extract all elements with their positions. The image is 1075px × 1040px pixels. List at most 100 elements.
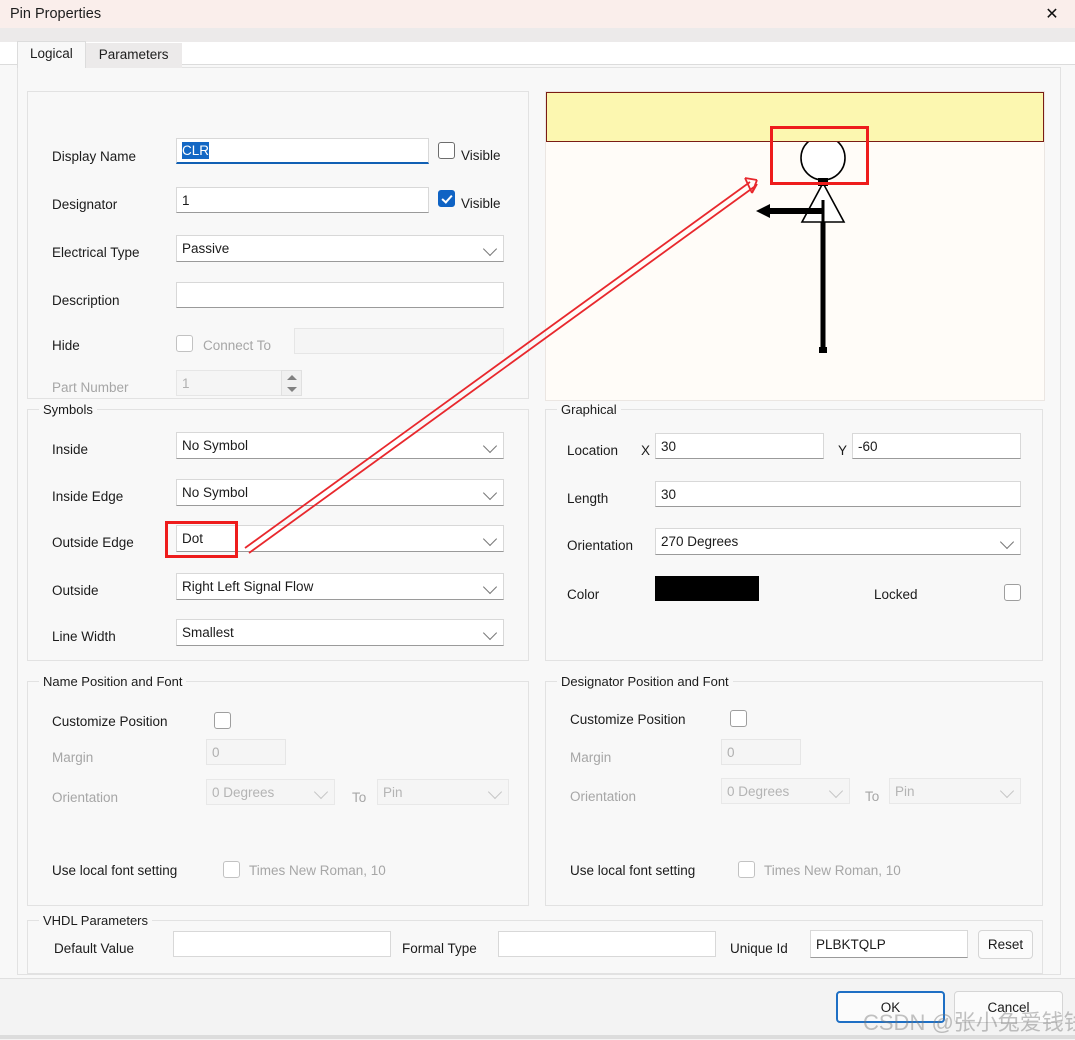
designator-customize-position-label: Customize Position <box>570 712 686 727</box>
title-bar: Pin Properties ✕ <box>0 0 1075 28</box>
description-input[interactable] <box>176 282 504 308</box>
location-y-input[interactable]: -60 <box>852 433 1021 459</box>
description-label: Description <box>52 293 120 308</box>
chevron-down-icon <box>482 531 498 546</box>
electrical-type-combo[interactable]: Passive <box>176 235 504 262</box>
chevron-down-icon <box>482 241 498 256</box>
designator-to-label: To <box>865 789 880 804</box>
location-x-label: X <box>641 443 651 458</box>
outside-edge-label: Outside Edge <box>52 535 134 550</box>
inside-edge-label: Inside Edge <box>52 489 124 504</box>
designator-customize-position-checkbox[interactable] <box>730 710 747 727</box>
part-number-increment[interactable] <box>282 371 301 383</box>
bottom-edge-strip <box>0 1035 1075 1039</box>
display-name-visible-label: Visible <box>461 148 501 163</box>
dialog-content: Display Name CLR Visible Designator 1 Vi… <box>17 67 1061 975</box>
vhdl-group-title: VHDL Parameters <box>39 913 152 928</box>
designator-font-value: Times New Roman, 10 <box>764 863 901 878</box>
line-width-combo[interactable]: Smallest <box>176 619 504 646</box>
designator-label: Designator <box>52 197 118 212</box>
chevron-down-icon <box>482 579 498 594</box>
formal-type-label: Formal Type <box>402 941 477 956</box>
connect-to-label: Connect To <box>203 338 272 353</box>
locked-checkbox[interactable] <box>1004 584 1021 601</box>
designator-to-value: Pin <box>895 783 915 799</box>
part-number-label: Part Number <box>52 380 129 395</box>
line-width-label: Line Width <box>52 629 116 644</box>
name-to-label: To <box>352 790 367 805</box>
reset-button[interactable]: Reset <box>978 930 1033 959</box>
designator-visible-checkbox[interactable] <box>438 190 455 207</box>
cancel-button[interactable]: Cancel <box>954 991 1063 1023</box>
inside-label: Inside <box>52 442 89 457</box>
electrical-type-label: Electrical Type <box>52 245 140 260</box>
location-y-value: -60 <box>858 438 878 454</box>
vhdl-group: VHDL Parameters Default Value Formal Typ… <box>27 913 1043 974</box>
default-value-input[interactable] <box>173 931 391 957</box>
name-orientation-value: 0 Degrees <box>212 784 275 800</box>
chevron-down-icon <box>482 625 498 640</box>
part-number-decrement[interactable] <box>282 383 301 395</box>
designator-font-checkbox[interactable] <box>738 861 755 878</box>
ok-button[interactable]: OK <box>836 991 945 1023</box>
tab-strip-background <box>0 28 1075 42</box>
inside-edge-combo[interactable]: No Symbol <box>176 479 504 506</box>
designator-orientation-value: 0 Degrees <box>727 783 790 799</box>
display-name-visible-checkbox[interactable] <box>438 142 455 159</box>
hide-label: Hide <box>52 338 80 353</box>
name-font-checkbox[interactable] <box>223 861 240 878</box>
preview-highlight-band <box>546 92 1044 142</box>
graphical-group-title: Graphical <box>557 402 621 417</box>
designator-to-combo[interactable]: Pin <box>889 778 1021 804</box>
triangle-down-icon <box>286 386 297 392</box>
name-position-group: Name Position and Font Customize Positio… <box>27 674 529 906</box>
name-orientation-label: Orientation <box>52 790 119 805</box>
designator-orientation-label: Orientation <box>570 789 637 804</box>
chevron-down-icon <box>828 783 844 799</box>
name-to-combo[interactable]: Pin <box>377 779 509 805</box>
outside-value: Right Left Signal Flow <box>182 579 314 594</box>
inside-edge-value: No Symbol <box>182 485 249 500</box>
designator-font-setting-label: Use local font setting <box>570 863 696 878</box>
line-width-value: Smallest <box>182 625 234 640</box>
length-label: Length <box>567 491 609 506</box>
location-x-input[interactable]: 30 <box>655 433 824 459</box>
length-input[interactable]: 30 <box>655 481 1021 507</box>
designator-margin-value: 0 <box>727 744 735 760</box>
unique-id-input[interactable]: PLBKTQLP <box>810 930 968 958</box>
name-orientation-combo[interactable]: 0 Degrees <box>206 779 335 805</box>
triangle-up-icon <box>286 374 297 380</box>
color-swatch[interactable] <box>655 576 759 601</box>
designator-visible-label: Visible <box>461 196 501 211</box>
display-name-input[interactable]: CLR <box>176 138 429 164</box>
tab-parameters[interactable]: Parameters <box>85 43 182 68</box>
name-position-group-title: Name Position and Font <box>39 674 187 689</box>
part-number-stepper[interactable] <box>281 370 302 396</box>
orientation-value: 270 Degrees <box>661 534 739 549</box>
tab-logical[interactable]: Logical <box>17 41 86 68</box>
name-margin-label: Margin <box>52 750 94 765</box>
formal-type-input[interactable] <box>498 931 716 957</box>
chevron-down-icon <box>482 438 498 453</box>
inside-combo[interactable]: No Symbol <box>176 432 504 459</box>
connect-to-input[interactable] <box>294 328 504 354</box>
name-customize-position-checkbox[interactable] <box>214 712 231 729</box>
chevron-down-icon <box>487 784 503 800</box>
designator-margin-label: Margin <box>570 750 612 765</box>
close-icon[interactable]: ✕ <box>1029 0 1075 28</box>
chevron-down-icon <box>999 534 1015 549</box>
chevron-down-icon <box>313 784 329 800</box>
designator-input[interactable]: 1 <box>176 187 429 213</box>
outside-edge-combo[interactable]: Dot <box>176 525 504 552</box>
name-margin-value: 0 <box>212 744 220 760</box>
designator-margin-input[interactable]: 0 <box>721 739 801 765</box>
designator-orientation-combo[interactable]: 0 Degrees <box>721 778 850 804</box>
designator-position-group: Designator Position and Font Customize P… <box>545 674 1043 906</box>
name-margin-input[interactable]: 0 <box>206 739 286 765</box>
orientation-combo[interactable]: 270 Degrees <box>655 528 1021 555</box>
outside-combo[interactable]: Right Left Signal Flow <box>176 573 504 600</box>
hide-checkbox[interactable] <box>176 335 193 352</box>
tab-bar: Logical Parameters <box>17 41 182 68</box>
chevron-down-icon <box>999 783 1015 799</box>
part-number-value: 1 <box>182 375 190 391</box>
